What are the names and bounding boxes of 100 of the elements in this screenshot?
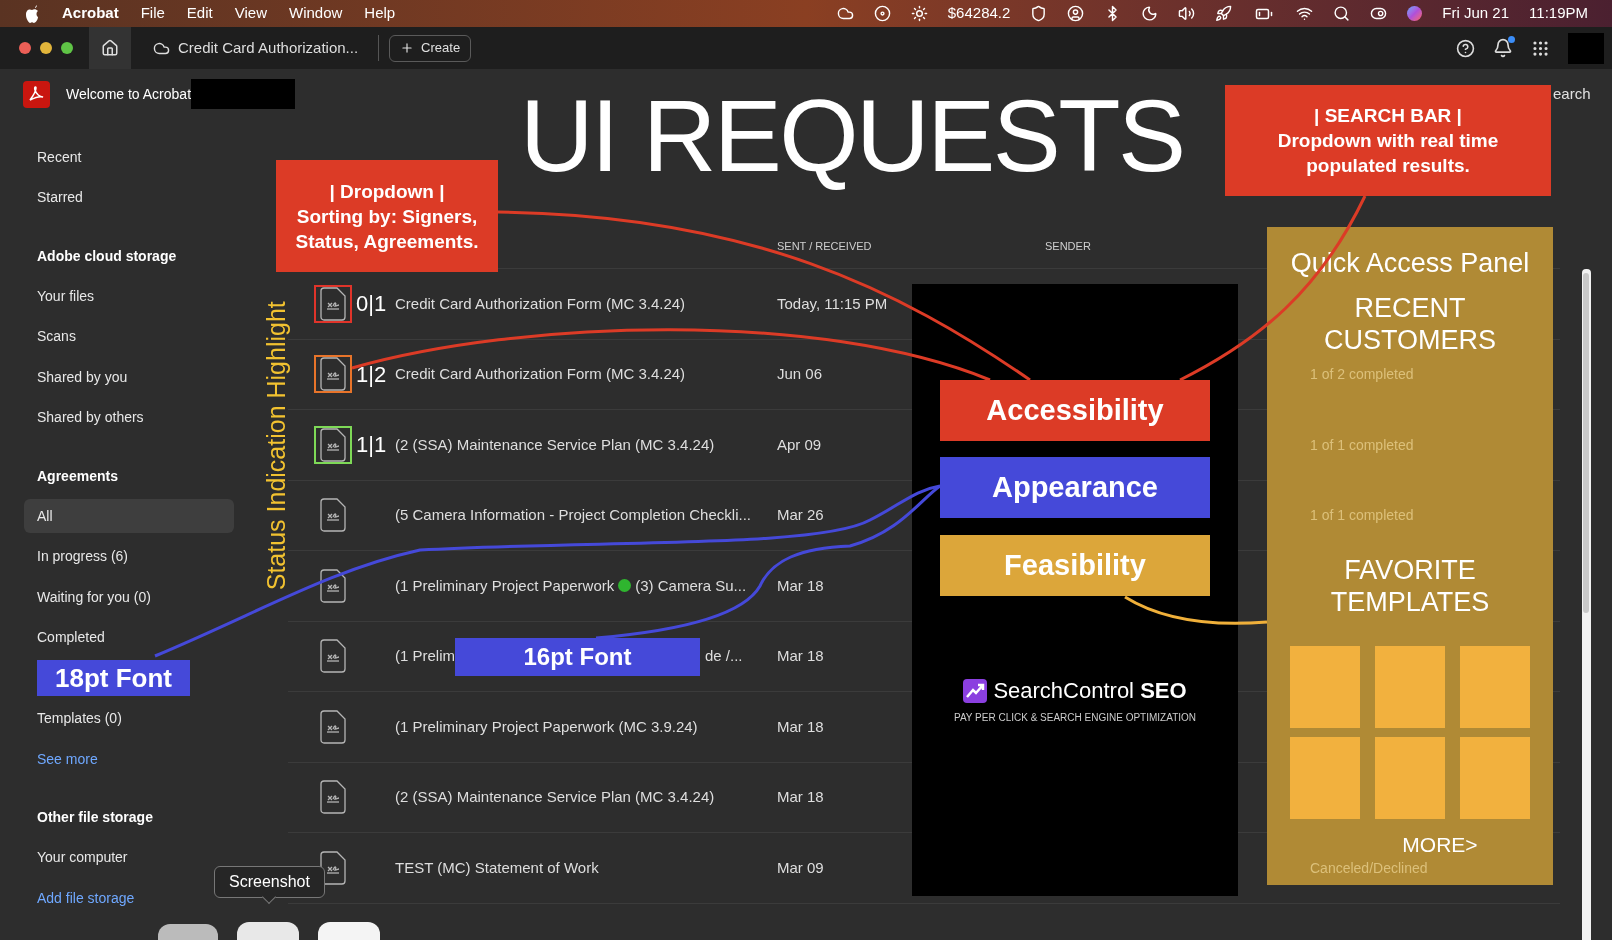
- plus-icon[interactable]: [400, 41, 415, 55]
- document-icon: [319, 568, 347, 603]
- volume-icon[interactable]: [1178, 5, 1196, 22]
- font-size-label: 18pt Font: [37, 660, 190, 697]
- template-tile[interactable]: [1290, 645, 1360, 728]
- document-name: TEST (MC) Statement of Work: [395, 858, 599, 876]
- rocket-icon[interactable]: [1215, 5, 1233, 22]
- menu-date[interactable]: Fri Jun 21: [1442, 2, 1510, 25]
- sent-date: Mar 18: [777, 788, 824, 805]
- sidebar-item[interactable]: All: [24, 499, 234, 534]
- font-size-label: 16pt Font: [455, 638, 700, 676]
- minimize-window-button[interactable]: [40, 42, 52, 54]
- sent-date: Mar 18: [777, 647, 824, 664]
- wifi-icon[interactable]: [1296, 5, 1314, 22]
- sidebar-item[interactable]: Shared by you: [24, 360, 234, 395]
- document-name: Credit Card Authorization Form (MC 3.4.24): [395, 294, 686, 312]
- callout-note: | Dropdown | Sorting by: Signers, Status, Agreements.: [276, 160, 498, 272]
- document-name: (5 Camera Information - Project Completion Checkli...: [395, 506, 751, 523]
- document-icon: [319, 709, 347, 744]
- sidebar-heading: Adobe cloud storage: [37, 246, 177, 266]
- sidebar-item[interactable]: In progress (6): [24, 539, 234, 574]
- welcome-text: Welcome to Acrobat: [66, 84, 192, 104]
- sidebar-item[interactable]: Your files: [24, 279, 234, 314]
- document-name: de /...: [705, 646, 743, 666]
- home-icon[interactable]: [101, 39, 119, 57]
- menu-item[interactable]: Help: [364, 2, 396, 25]
- app-menu[interactable]: Acrobat: [62, 2, 119, 25]
- sidebar-item[interactable]: Completed: [24, 620, 234, 655]
- menu-item[interactable]: Window: [288, 2, 343, 25]
- sent-date: Mar 18: [777, 576, 824, 594]
- document-icon: [319, 850, 347, 885]
- document-name: (1 Preliminary Project Paperwork: [395, 575, 615, 596]
- menu-item[interactable]: View: [234, 2, 267, 25]
- sidebar-item[interactable]: Recent: [24, 140, 234, 175]
- sidebar-item[interactable]: Waiting for you (0): [24, 580, 234, 615]
- sent-date: Mar 09: [777, 858, 824, 876]
- column-header[interactable]: SENDER: [1045, 240, 1091, 253]
- user-icon[interactable]: [1067, 5, 1085, 22]
- scrollbar-track[interactable]: [1581, 269, 1591, 940]
- home-tab[interactable]: [89, 27, 131, 69]
- sidebar-link[interactable]: Add file storage: [37, 887, 135, 909]
- control-center-icon[interactable]: [1370, 5, 1388, 22]
- document-name: (2 (SSA) Maintenance Service Plan (MC 3.4.24): [395, 788, 715, 805]
- column-header[interactable]: SENT / RECEIVED: [777, 240, 872, 253]
- category-label: Feasibility: [940, 535, 1210, 596]
- signer-count: 0|1: [356, 291, 387, 317]
- sidebar-item[interactable]: Templates (0): [24, 701, 234, 736]
- document-icon: [319, 639, 347, 674]
- sidebar-item[interactable]: Scans: [24, 319, 234, 354]
- document-tab[interactable]: Credit Card Authorization...: [141, 27, 371, 69]
- disc-icon[interactable]: [873, 5, 891, 22]
- category-label: Accessibility: [940, 380, 1210, 441]
- search-label[interactable]: earch: [1553, 82, 1591, 106]
- apple-icon[interactable]: [24, 4, 40, 23]
- status-text: Canceled/Declined: [1310, 859, 1428, 876]
- cloud-icon[interactable]: [836, 5, 854, 22]
- notification-bell[interactable]: [1493, 38, 1513, 58]
- template-tile[interactable]: [1375, 736, 1445, 819]
- close-window-button[interactable]: [19, 42, 31, 54]
- redaction-block: [1568, 32, 1604, 64]
- sidebar-item[interactable]: Starred: [24, 180, 234, 215]
- status-text: 1 of 1 completed: [1310, 436, 1414, 453]
- document-name: (3) Camera Su...: [635, 575, 747, 596]
- moon-icon[interactable]: [1141, 5, 1159, 22]
- document-icon: [319, 780, 347, 815]
- help-icon[interactable]: [1456, 38, 1475, 58]
- document-name: Credit Card Authorization Form (MC 3.4.24): [395, 365, 686, 382]
- status-text: 1 of 2 completed: [1310, 366, 1414, 382]
- apps-grid-icon[interactable]: [1531, 38, 1550, 58]
- balance-text[interactable]: $64284.2: [947, 2, 1011, 25]
- panel-section-heading: RECENT CUSTOMERS: [1324, 291, 1496, 356]
- category-label: Appearance: [940, 457, 1210, 518]
- menu-item[interactable]: Edit: [186, 2, 213, 25]
- shield-icon[interactable]: [1030, 5, 1048, 22]
- template-tile[interactable]: [1460, 736, 1530, 819]
- panel-section-heading: FAVORITE TEMPLATES: [1330, 553, 1490, 618]
- create-button[interactable]: Create: [389, 34, 472, 62]
- document-name: (1 Prelim: [395, 646, 456, 666]
- sent-date: Jun 06: [777, 365, 823, 382]
- sun-icon[interactable]: [910, 5, 928, 22]
- sidebar-item[interactable]: Shared by others: [24, 400, 234, 435]
- sidebar-heading: Other file storage: [37, 808, 153, 827]
- sidebar-heading: Agreements: [37, 466, 118, 486]
- signer-count: 1|2: [356, 361, 387, 387]
- template-tile[interactable]: [1460, 645, 1530, 728]
- menu-item[interactable]: File: [140, 2, 165, 25]
- tooltip: Screenshot: [214, 866, 325, 898]
- template-tile[interactable]: [1375, 645, 1445, 728]
- panel-title: Quick Access Panel: [1290, 247, 1530, 280]
- document-name: (2 (SSA) Maintenance Service Plan (MC 3.4.24): [395, 435, 715, 453]
- search-icon[interactable]: [1333, 5, 1351, 22]
- siri-icon[interactable]: [1407, 6, 1423, 21]
- sidebar-link[interactable]: See more: [37, 748, 98, 770]
- signer-count: 1|1: [356, 432, 387, 458]
- menu-time[interactable]: 11:19PM: [1529, 2, 1588, 25]
- sent-date: Today, 11:15 PM: [777, 294, 888, 312]
- status-text: 1 of 1 completed: [1310, 507, 1414, 523]
- chart-logo-icon: [963, 678, 988, 703]
- zoom-window-button[interactable]: [61, 42, 73, 54]
- template-tile[interactable]: [1290, 736, 1360, 819]
